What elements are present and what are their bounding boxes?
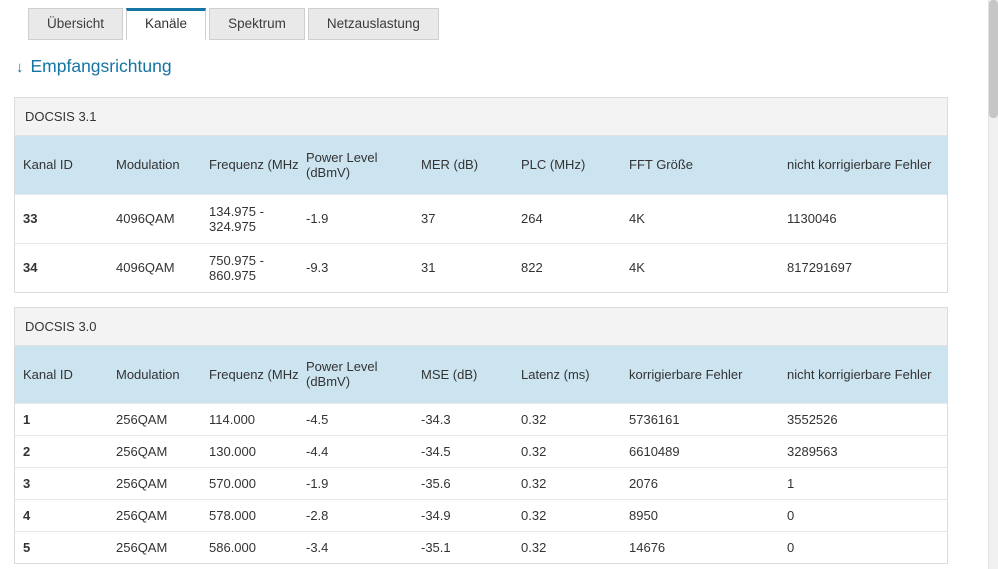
column-header-kanal-id: Kanal ID bbox=[15, 136, 108, 194]
cell-fehler: 0 bbox=[779, 531, 947, 563]
cell-fft: 4K bbox=[621, 242, 779, 292]
docsis31-group-title: DOCSIS 3.1 bbox=[15, 98, 947, 136]
cell-kanal-id: 3 bbox=[15, 467, 108, 500]
cell-frequenz: 586.000 bbox=[201, 531, 298, 563]
table-row: 34 4096QAM 750.975 - 860.975 -9.3 31 822… bbox=[15, 242, 947, 292]
cell-fehler: 0 bbox=[779, 499, 947, 532]
column-header-modulation: Modulation bbox=[108, 136, 201, 194]
section-heading-label: Empfangsrichtung bbox=[30, 56, 172, 76]
tab-netzauslastung[interactable]: Netzauslastung bbox=[307, 8, 439, 40]
cell-mse: -34.9 bbox=[413, 499, 513, 532]
cell-frequenz: 134.975 - 324.975 bbox=[201, 193, 298, 243]
docsis30-panel: DOCSIS 3.0 Kanal ID Modulation Frequenz … bbox=[14, 306, 948, 564]
column-header-plc: PLC (MHz) bbox=[513, 136, 621, 194]
cell-frequenz: 750.975 - 860.975 bbox=[201, 242, 298, 292]
scrollbar-thumb[interactable] bbox=[989, 0, 998, 118]
tab-uebersicht[interactable]: Übersicht bbox=[28, 8, 124, 40]
cell-korr-fehler: 6610489 bbox=[621, 435, 779, 468]
cell-power-level: -9.3 bbox=[298, 242, 413, 292]
cell-modulation: 256QAM bbox=[108, 531, 201, 563]
cell-frequenz: 114.000 bbox=[201, 403, 298, 436]
cell-plc: 822 bbox=[513, 242, 621, 292]
cell-power-level: -4.4 bbox=[298, 435, 413, 468]
cell-modulation: 256QAM bbox=[108, 403, 201, 436]
header-row: Kanal ID Modulation Frequenz (MHz) Power… bbox=[15, 345, 947, 404]
table-row: 2 256QAM 130.000 -4.4 -34.5 0.32 6610489… bbox=[15, 435, 947, 468]
cell-modulation: 256QAM bbox=[108, 467, 201, 500]
cell-frequenz: 570.000 bbox=[201, 467, 298, 500]
column-header-power-level: Power Level (dBmV) bbox=[298, 136, 413, 194]
column-header-frequenz: Frequenz (MHz) bbox=[201, 345, 298, 404]
tab-spektrum[interactable]: Spektrum bbox=[209, 8, 305, 40]
table-row: 3 256QAM 570.000 -1.9 -35.6 0.32 2076 1 bbox=[15, 467, 947, 500]
cell-power-level: -2.8 bbox=[298, 499, 413, 532]
cell-frequenz: 578.000 bbox=[201, 499, 298, 532]
cell-fehler: 817291697 bbox=[779, 242, 947, 292]
cell-latenz: 0.32 bbox=[513, 467, 621, 500]
cell-frequenz: 130.000 bbox=[201, 435, 298, 468]
cell-fft: 4K bbox=[621, 193, 779, 243]
column-header-nicht-korrigierbare-fehler: nicht korrigierbare Fehler bbox=[779, 345, 947, 404]
cell-fehler: 1 bbox=[779, 467, 947, 500]
cell-kanal-id: 4 bbox=[15, 499, 108, 532]
tab-kanaele[interactable]: Kanäle bbox=[126, 8, 207, 40]
cell-fehler: 3552526 bbox=[779, 403, 947, 436]
scrollbar[interactable] bbox=[988, 0, 998, 569]
table-row: 33 4096QAM 134.975 - 324.975 -1.9 37 264… bbox=[15, 193, 947, 243]
table-row: 1 256QAM 114.000 -4.5 -34.3 0.32 5736161… bbox=[15, 403, 947, 436]
cell-kanal-id: 34 bbox=[15, 242, 108, 292]
column-header-frequenz: Frequenz (MHz) bbox=[201, 136, 298, 194]
cell-power-level: -3.4 bbox=[298, 531, 413, 563]
cell-kanal-id: 5 bbox=[15, 531, 108, 563]
cell-korr-fehler: 14676 bbox=[621, 531, 779, 563]
docsis30-group-title: DOCSIS 3.0 bbox=[15, 307, 947, 346]
column-header-latenz: Latenz (ms) bbox=[513, 345, 621, 404]
column-header-mer: MER (dB) bbox=[413, 136, 513, 194]
cell-kanal-id: 33 bbox=[15, 193, 108, 243]
cell-mer: 37 bbox=[413, 193, 513, 243]
section-heading-empfangsrichtung[interactable]: ↓ Empfangsrichtung bbox=[16, 56, 998, 77]
cell-modulation: 4096QAM bbox=[108, 242, 201, 292]
header-row: Kanal ID Modulation Frequenz (MHz) Power… bbox=[15, 136, 947, 194]
cell-kanal-id: 1 bbox=[15, 403, 108, 436]
docsis30-table: Kanal ID Modulation Frequenz (MHz) Power… bbox=[15, 345, 947, 563]
cell-latenz: 0.32 bbox=[513, 435, 621, 468]
cell-fehler: 1130046 bbox=[779, 193, 947, 243]
cell-mer: 31 bbox=[413, 242, 513, 292]
cell-fehler: 3289563 bbox=[779, 435, 947, 468]
docsis31-table: Kanal ID Modulation Frequenz (MHz) Power… bbox=[15, 136, 947, 292]
column-header-nicht-korrigierbare-fehler: nicht korrigierbare Fehler bbox=[779, 136, 947, 194]
cell-mse: -34.5 bbox=[413, 435, 513, 468]
cell-power-level: -4.5 bbox=[298, 403, 413, 436]
arrow-down-icon: ↓ bbox=[16, 59, 24, 76]
cell-power-level: -1.9 bbox=[298, 467, 413, 500]
table-row: 5 256QAM 586.000 -3.4 -35.1 0.32 14676 0 bbox=[15, 531, 947, 563]
cell-mse: -35.1 bbox=[413, 531, 513, 563]
cell-mse: -35.6 bbox=[413, 467, 513, 500]
cell-korr-fehler: 8950 bbox=[621, 499, 779, 532]
cell-latenz: 0.32 bbox=[513, 499, 621, 532]
cell-latenz: 0.32 bbox=[513, 531, 621, 563]
cell-korr-fehler: 2076 bbox=[621, 467, 779, 500]
column-header-kanal-id: Kanal ID bbox=[15, 345, 108, 404]
cell-modulation: 4096QAM bbox=[108, 193, 201, 243]
column-header-power-level: Power Level (dBmV) bbox=[298, 345, 413, 404]
column-header-korrigierbare-fehler: korrigierbare Fehler bbox=[621, 345, 779, 404]
column-header-mse: MSE (dB) bbox=[413, 345, 513, 404]
cell-mse: -34.3 bbox=[413, 403, 513, 436]
table-row: 4 256QAM 578.000 -2.8 -34.9 0.32 8950 0 bbox=[15, 499, 947, 532]
cell-latenz: 0.32 bbox=[513, 403, 621, 436]
cell-plc: 264 bbox=[513, 193, 621, 243]
cell-modulation: 256QAM bbox=[108, 499, 201, 532]
cell-modulation: 256QAM bbox=[108, 435, 201, 468]
tab-bar: Übersicht Kanäle Spektrum Netzauslastung bbox=[0, 0, 998, 40]
cell-korr-fehler: 5736161 bbox=[621, 403, 779, 436]
cell-power-level: -1.9 bbox=[298, 193, 413, 243]
column-header-modulation: Modulation bbox=[108, 345, 201, 404]
column-header-fft-groesse: FFT Größe bbox=[621, 136, 779, 194]
cell-kanal-id: 2 bbox=[15, 435, 108, 468]
docsis31-panel: DOCSIS 3.1 Kanal ID Modulation Frequenz … bbox=[14, 97, 948, 293]
